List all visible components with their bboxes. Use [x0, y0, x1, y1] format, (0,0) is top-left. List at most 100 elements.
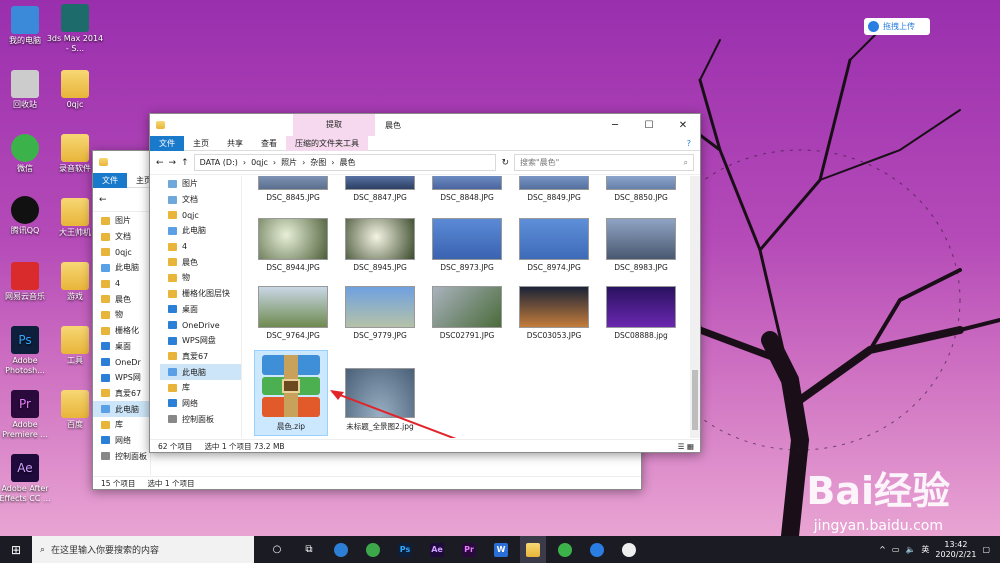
address-bar[interactable]: DATA (D:) › 0qjc › 照片 › 杂图 › 晨色 [193, 154, 497, 171]
nav-item[interactable]: 控制面板 [93, 448, 150, 464]
nav-item[interactable]: 文档 [160, 192, 241, 208]
close-icon[interactable]: ✕ [666, 120, 700, 131]
help-icon[interactable]: ? [678, 139, 700, 148]
nav-item[interactable]: 物 [93, 307, 150, 323]
file-item[interactable]: DSC03053.JPG [517, 286, 591, 340]
wechat-icon[interactable] [552, 536, 578, 563]
nav-item[interactable]: 图片 [93, 213, 150, 229]
back-arrow-icon[interactable]: ← [99, 195, 107, 205]
tab-file[interactable]: 文件 [93, 172, 127, 188]
file-item[interactable]: DSC_8845.JPG [256, 176, 330, 202]
nav-item[interactable]: 晨色 [93, 291, 150, 307]
desktop-icon[interactable]: Ae Adobe After Effects CC ... [0, 454, 55, 504]
file-item[interactable]: DSC_8848.JPG [430, 176, 504, 202]
nav-item[interactable]: 栅格化图层快 [160, 286, 241, 302]
explorer-window[interactable]: 提取 晨色 ─ ☐ ✕ 文件 主页 共享 查看 压缩的文件夹工具 ? ← → ↑ D… [149, 113, 701, 453]
taskbar-app[interactable]: W [488, 536, 514, 563]
scrollbar[interactable] [690, 176, 700, 438]
notification-icon[interactable]: ▢ [982, 545, 990, 554]
nav-item[interactable]: 库 [93, 417, 150, 433]
ime-indicator[interactable]: 英 [921, 544, 929, 555]
nav-item[interactable]: 此电脑 [93, 401, 150, 417]
file-item[interactable]: DSC_8983.JPG [604, 218, 678, 272]
network-icon[interactable]: ▭ [892, 545, 900, 554]
windows-start-icon[interactable]: ⊞ [0, 536, 32, 563]
tab-home[interactable]: 主页 [184, 138, 218, 149]
nav-item[interactable]: 0qjc [93, 244, 150, 260]
file-item[interactable]: DSC_9764.JPG [256, 286, 330, 340]
breadcrumb-item[interactable]: 杂图 [310, 157, 326, 168]
breadcrumb-item[interactable]: 0qjc [251, 158, 268, 167]
forward-arrow-icon[interactable]: → [169, 158, 177, 168]
nav-item[interactable]: 真爱67 [160, 349, 241, 365]
file-item[interactable]: DSC08888.jpg [604, 286, 678, 340]
nav-item[interactable]: 图片 [160, 176, 241, 192]
breadcrumb-item[interactable]: DATA (D:) [200, 158, 238, 167]
feather-app-icon[interactable] [616, 536, 642, 563]
tab-file[interactable]: 文件 [150, 135, 184, 151]
file-item[interactable]: DSC02791.JPG [430, 286, 504, 340]
tab-compressed-tools[interactable]: 压缩的文件夹工具 [286, 135, 368, 151]
taskbar-app[interactable]: Pr [456, 536, 482, 563]
tab-share[interactable]: 共享 [218, 138, 252, 149]
title-bar[interactable]: 提取 晨色 ─ ☐ ✕ [150, 114, 700, 136]
breadcrumb-item[interactable]: 照片 [281, 157, 297, 168]
taskbar-app[interactable]: Ps [392, 536, 418, 563]
nav-item[interactable]: 0qjc [160, 207, 241, 223]
clock[interactable]: 13:42 2020/2/21 [935, 540, 976, 560]
upload-button[interactable]: 拖拽上传 [864, 18, 930, 35]
nav-item[interactable]: WPS网 [93, 370, 150, 386]
minimize-icon[interactable]: ─ [598, 120, 632, 131]
file-item[interactable]: DSC_8849.JPG [517, 176, 591, 202]
edge-icon[interactable] [328, 536, 354, 563]
view-toggle-icon[interactable]: ☰ ▦ [678, 442, 694, 451]
nav-item[interactable]: OneDrive [160, 317, 241, 333]
maximize-icon[interactable]: ☐ [632, 120, 666, 131]
search-input[interactable]: 搜索"晨色" ⌕ [514, 154, 694, 171]
360-browser-icon[interactable] [360, 536, 386, 563]
file-item[interactable]: DSC_9779.JPG [343, 286, 417, 340]
nav-item[interactable]: 4 [93, 276, 150, 292]
back-arrow-icon[interactable]: ← [156, 158, 164, 168]
up-arrow-icon[interactable]: ↑ [181, 158, 189, 168]
nav-item[interactable]: 此电脑 [93, 260, 150, 276]
file-explorer-icon[interactable] [520, 536, 546, 563]
scrollbar-thumb[interactable] [692, 370, 698, 430]
file-item-selected[interactable]: 晨色.zip [254, 350, 328, 436]
nav-item[interactable]: 网络 [93, 433, 150, 449]
nav-item[interactable]: 控制面板 [160, 411, 241, 427]
tab-view[interactable]: 查看 [252, 138, 286, 149]
volume-icon[interactable]: 🔈 [905, 545, 915, 554]
file-item[interactable]: DSC_8944.JPG [256, 218, 330, 272]
nav-item[interactable]: WPS网盘 [160, 333, 241, 349]
nav-item[interactable]: 桌面 [93, 339, 150, 355]
task-view-icon[interactable]: ⧉ [296, 536, 322, 563]
taskbar-search[interactable]: ⌕ 在这里输入你要搜索的内容 [32, 536, 254, 563]
tray-chevron-icon[interactable]: ^ [879, 545, 886, 554]
nav-item[interactable]: 此电脑 [160, 364, 241, 380]
context-tab-extract[interactable]: 提取 [293, 114, 375, 136]
nav-item[interactable]: 文档 [93, 229, 150, 245]
file-item[interactable]: DSC_8973.JPG [430, 218, 504, 272]
file-item[interactable]: DSC_8945.JPG [343, 218, 417, 272]
nav-item[interactable]: 栅格化 [93, 323, 150, 339]
file-item[interactable]: DSC_8850.JPG [604, 176, 678, 202]
desktop-icon[interactable]: 0qjc [45, 70, 105, 110]
nav-item[interactable]: 网络 [160, 396, 241, 412]
taskbar-app[interactable]: Ae [424, 536, 450, 563]
baidu-netdisk-icon[interactable] [584, 536, 610, 563]
nav-item[interactable]: 桌面 [160, 302, 241, 318]
nav-item[interactable]: OneDr [93, 354, 150, 370]
breadcrumb-item[interactable]: 晨色 [340, 157, 356, 168]
nav-item[interactable]: 此电脑 [160, 223, 241, 239]
file-item[interactable]: DSC_8847.JPG [343, 176, 417, 202]
desktop-icon[interactable]: 3ds Max 2014 - S... [45, 4, 105, 54]
nav-item[interactable]: 库 [160, 380, 241, 396]
nav-item[interactable]: 真爱67 [93, 386, 150, 402]
nav-item[interactable]: 4 [160, 239, 241, 255]
file-item[interactable]: DSC_8974.JPG [517, 218, 591, 272]
nav-item[interactable]: 晨色 [160, 254, 241, 270]
cortana-icon[interactable]: ○ [264, 536, 290, 563]
nav-item[interactable]: 物 [160, 270, 241, 286]
refresh-icon[interactable]: ↻ [501, 158, 509, 168]
